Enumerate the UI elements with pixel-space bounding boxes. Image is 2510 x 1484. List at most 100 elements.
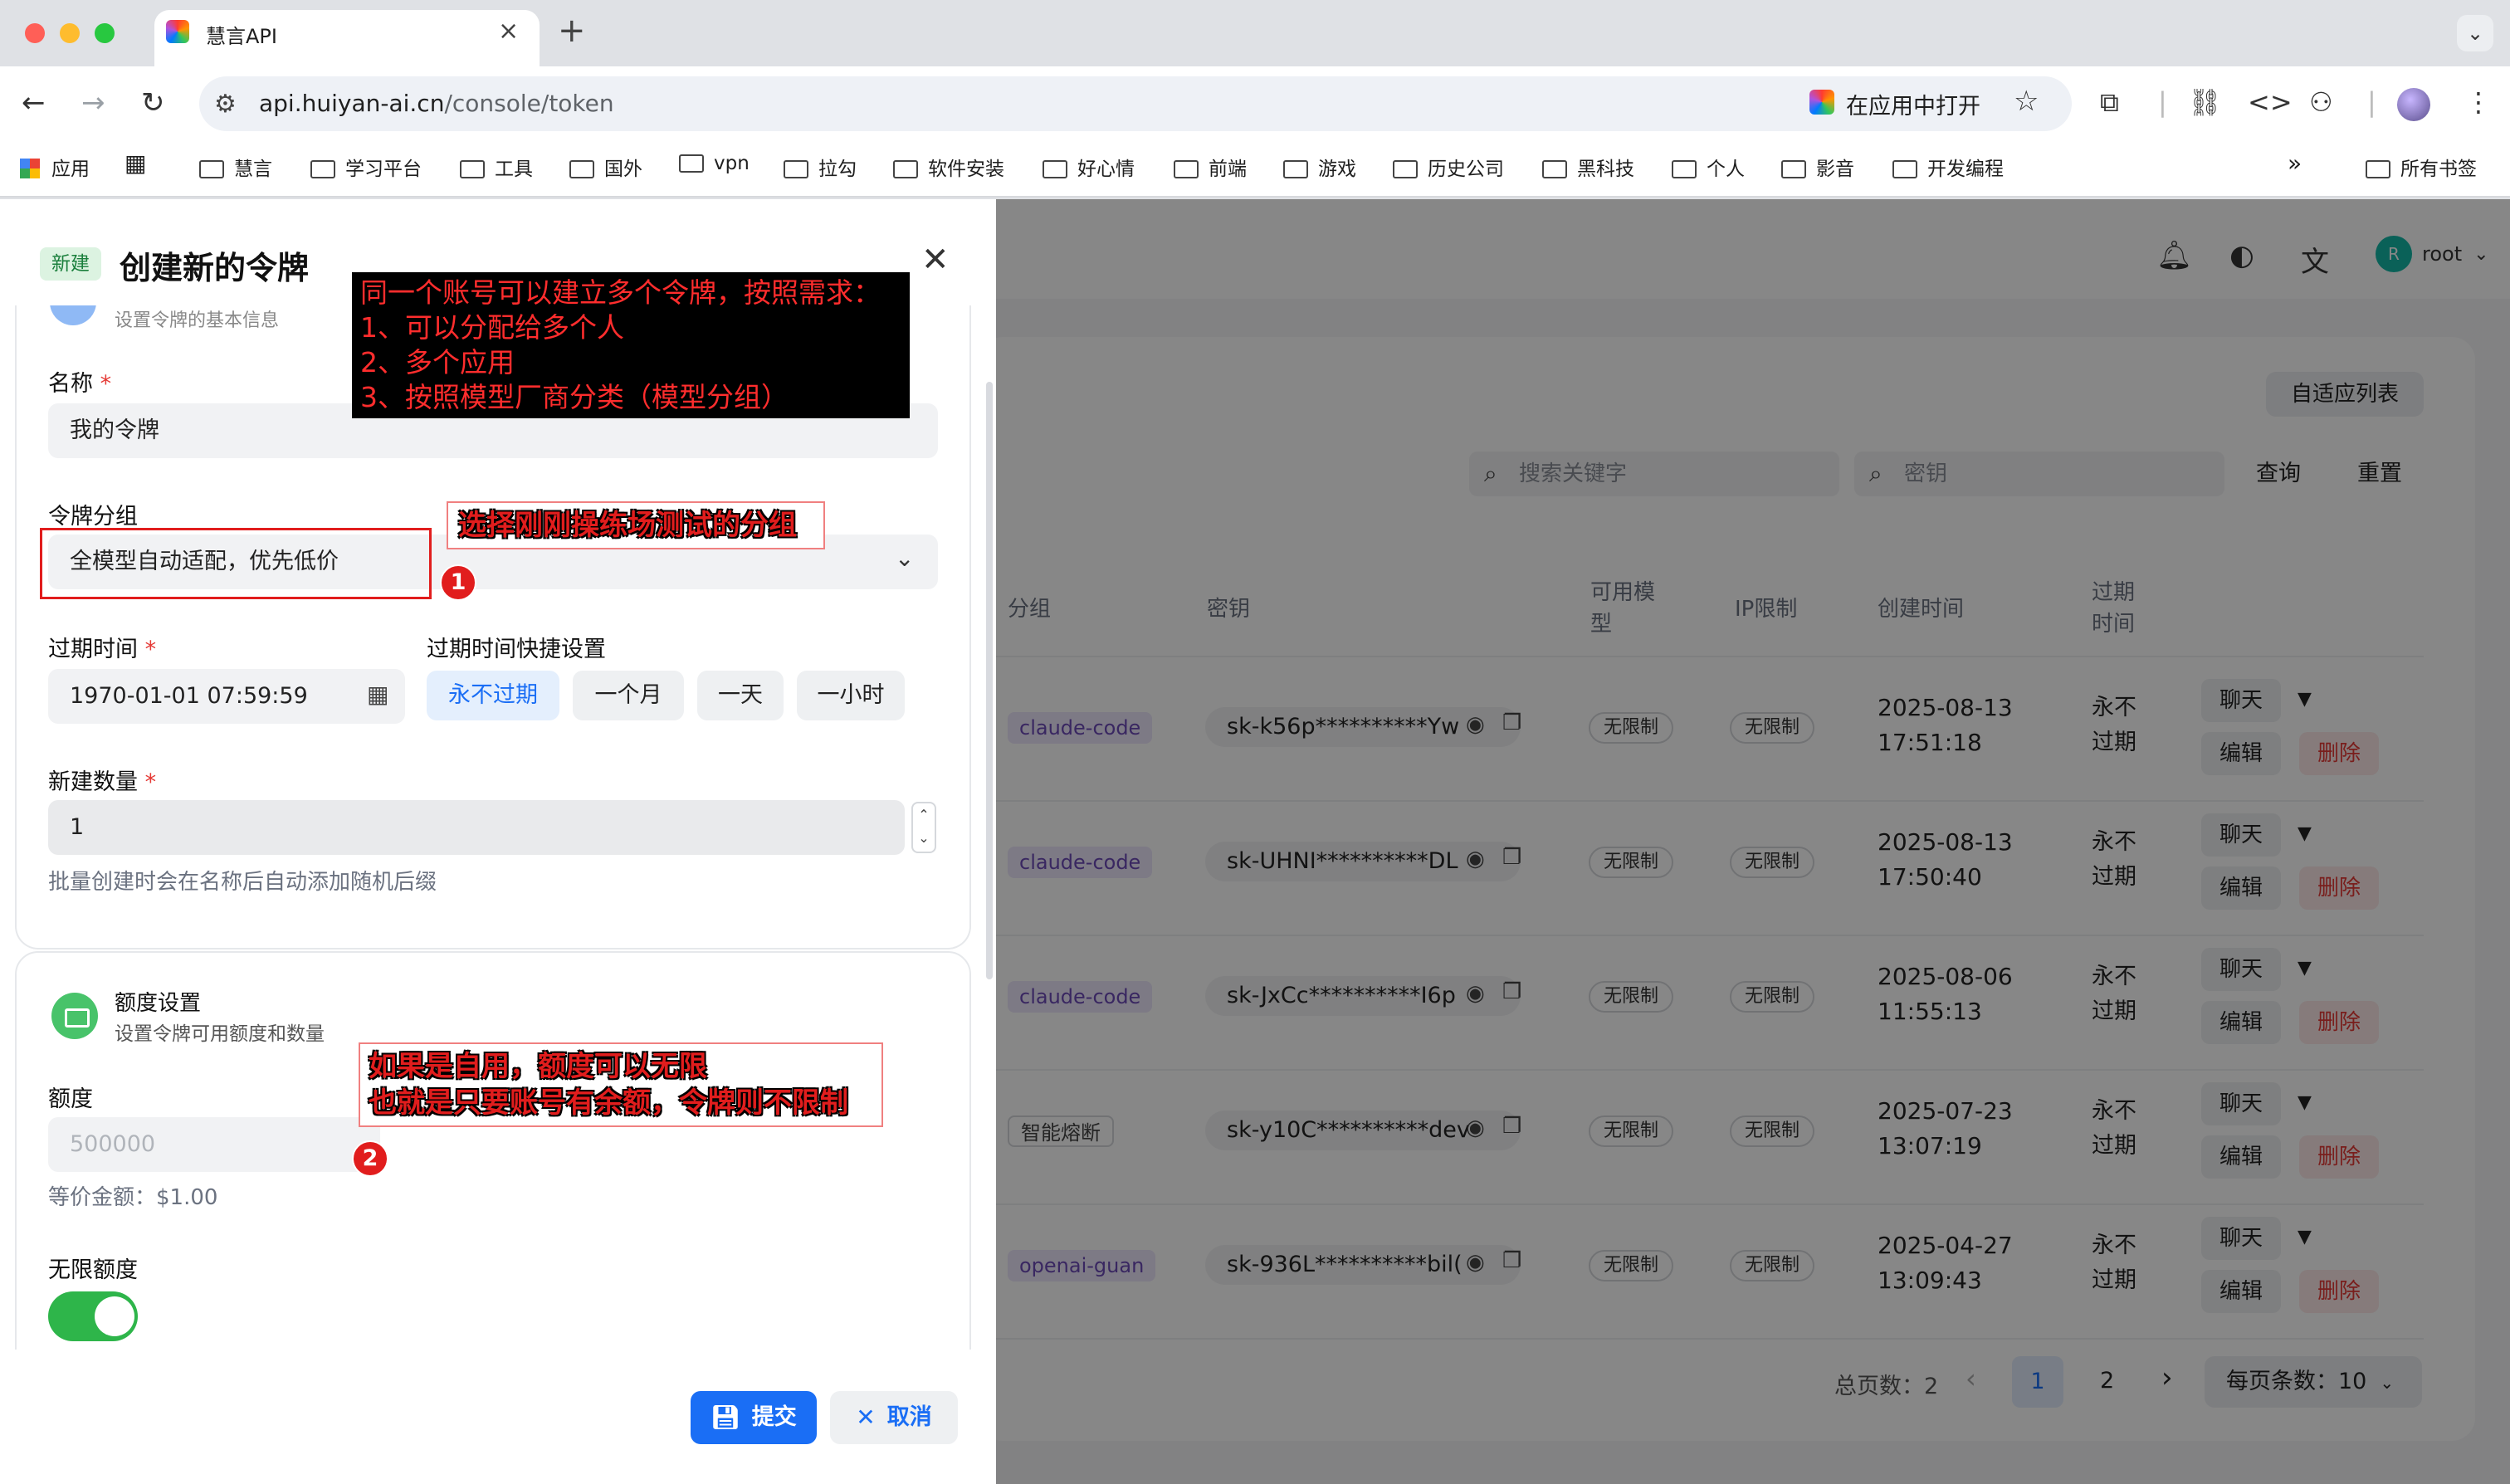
annotation-line: 2、多个应用 [360, 346, 515, 378]
bookmark-star-icon[interactable]: ☆ [2014, 85, 2039, 118]
forward-arrow-icon[interactable]: → [81, 86, 105, 120]
open-in-app-button[interactable]: 在应用中打开 [1846, 88, 1980, 120]
incognito-icon[interactable]: ⚇ [2309, 86, 2333, 118]
bookmark-folder[interactable]: 游戏 [1283, 153, 1356, 181]
folder-icon [1283, 160, 1308, 178]
tab-groups-icon[interactable]: ▦ [125, 149, 146, 177]
code-icon[interactable]: <> [2248, 86, 2293, 118]
annotation-badge-2: 2 [352, 1140, 388, 1177]
bookmark-folder[interactable]: 个人 [1672, 153, 1745, 181]
unlimited-label: 无限额度 [48, 1257, 138, 1283]
cancel-button[interactable]: ✕ 取消 [830, 1391, 958, 1444]
section1-subtitle: 设置令牌的基本信息 [115, 310, 280, 331]
one-hour-button[interactable]: 一小时 [797, 671, 905, 720]
folder-icon [1174, 160, 1199, 178]
annotation-line: 3、按照模型厂商分类（模型分组） [360, 381, 789, 413]
one-day-button[interactable]: 一天 [697, 671, 784, 720]
bookmark-folder[interactable]: 前端 [1174, 153, 1247, 181]
cancel-label: 取消 [886, 1404, 932, 1430]
annotation-text-group: 选择刚刚操练场测试的分组 [458, 509, 797, 542]
site-settings-icon[interactable]: ⚙ [214, 90, 237, 119]
close-icon[interactable]: ✕ [921, 241, 950, 279]
folder-icon [310, 160, 335, 178]
folder-icon [1043, 160, 1067, 178]
tab-search-chevron-icon[interactable]: ⌄ [2457, 15, 2493, 51]
bookmark-folder[interactable]: 开发编程 [1892, 153, 2004, 181]
annotation-highlight-group [40, 528, 432, 599]
quota-section-subtitle: 设置令牌可用额度和数量 [115, 1023, 325, 1045]
save-icon: 💾︎ [711, 1403, 740, 1431]
one-month-button[interactable]: 一个月 [573, 671, 684, 720]
new-badge: 新建 [40, 247, 101, 281]
sheet-scrollbar[interactable] [986, 382, 993, 979]
count-stepper[interactable]: ⌃ ⌄ [911, 802, 936, 853]
never-expire-button[interactable]: 永不过期 [427, 671, 559, 720]
count-helper: 批量创建时会在名称后自动添加随机后缀 [48, 870, 437, 895]
back-arrow-icon[interactable]: ← [22, 86, 46, 120]
tab-favicon-icon [166, 20, 189, 43]
annotation-note-multi-token: 同一个账号可以建立多个令牌，按照需求： 1、可以分配给多个人 2、多个应用 3、… [352, 272, 910, 418]
bookmark-folder[interactable]: 慧言 [199, 153, 272, 181]
quota-helper: 等价金额：$1.00 [48, 1185, 218, 1210]
annotation-text-quota-1: 如果是自用，额度可以无限 [369, 1050, 707, 1083]
more-menu-icon[interactable]: ⋮ [2465, 86, 2492, 118]
bookmarks-overflow-icon[interactable]: » [2288, 149, 2302, 177]
quota-input[interactable]: 500000 [48, 1117, 380, 1172]
app-icon [1809, 90, 1834, 115]
reload-icon[interactable]: ↻ [141, 86, 165, 120]
bookmark-folder[interactable]: vpn [679, 153, 750, 174]
folder-icon [1542, 160, 1567, 178]
link-icon[interactable]: ⛓ [2188, 86, 2222, 118]
folder-icon [1393, 160, 1418, 178]
expire-datetime-input[interactable]: 1970-01-01 07:59:59 [48, 669, 405, 724]
folder-icon [1781, 160, 1806, 178]
bookmark-folder[interactable]: 软件安装 [893, 153, 1004, 181]
all-bookmarks-folder[interactable]: 所有书签 [2366, 153, 2477, 181]
name-label: 名称 * [48, 371, 112, 397]
quick-expire-label: 过期时间快捷设置 [427, 637, 606, 662]
count-label: 新建数量 * [48, 769, 157, 795]
folder-icon [1672, 160, 1697, 178]
annotation-text-quota-2: 也就是只要账号有余额，令牌则不限制 [369, 1086, 848, 1120]
toolbar-divider: | [2367, 86, 2376, 118]
minimize-window-button[interactable] [60, 23, 80, 43]
bookmark-folder[interactable]: 工具 [460, 153, 533, 181]
bookmark-folder[interactable]: 国外 [569, 153, 642, 181]
chevron-down-icon: ⌄ [895, 544, 915, 572]
close-icon: ✕ [856, 1403, 876, 1431]
bookmark-folder[interactable]: 拉勾 [784, 153, 857, 181]
calendar-icon[interactable]: ▦ [367, 681, 388, 708]
toggle-knob [95, 1296, 134, 1336]
toolbar-divider: | [2158, 86, 2167, 118]
bookmark-folder[interactable]: 学习平台 [310, 153, 422, 181]
folder-icon [2366, 160, 2390, 178]
annotation-badge-1: 1 [440, 564, 476, 601]
bookmark-folder[interactable]: 影音 [1781, 153, 1854, 181]
bookmark-folder[interactable]: 黑科技 [1542, 153, 1634, 181]
new-tab-icon[interactable]: + [558, 12, 586, 50]
bookmark-apps[interactable]: 应用 [20, 153, 90, 181]
tab-close-icon[interactable]: × [498, 17, 519, 46]
annotation-line: 1、可以分配给多个人 [360, 311, 624, 344]
wallet-icon [51, 993, 98, 1039]
maximize-window-button[interactable] [95, 23, 115, 43]
folder-icon [784, 160, 808, 178]
count-input[interactable]: 1 [48, 800, 905, 855]
extensions-icon[interactable]: ⧉ [2100, 86, 2119, 119]
tab-title: 慧言API [206, 25, 277, 48]
folder-icon [893, 160, 918, 178]
bookmark-folder[interactable]: 好心情 [1043, 153, 1135, 181]
folder-icon [460, 160, 485, 178]
apps-grid-icon [20, 159, 40, 178]
folder-icon [1892, 160, 1917, 178]
annotation-line: 同一个账号可以建立多个令牌，按照需求： [360, 276, 881, 309]
group-label: 令牌分组 [48, 504, 138, 530]
profile-avatar[interactable] [2397, 88, 2430, 121]
folder-icon [679, 154, 704, 173]
submit-button[interactable]: 💾︎ 提交 [691, 1391, 817, 1444]
close-window-button[interactable] [25, 23, 45, 43]
bookmark-folder[interactable]: 历史公司 [1393, 153, 1504, 181]
folder-icon [569, 160, 594, 178]
sheet-title: 创建新的令牌 [120, 250, 310, 286]
url-text[interactable]: api.huiyan-ai.cn/console/token [259, 90, 614, 117]
